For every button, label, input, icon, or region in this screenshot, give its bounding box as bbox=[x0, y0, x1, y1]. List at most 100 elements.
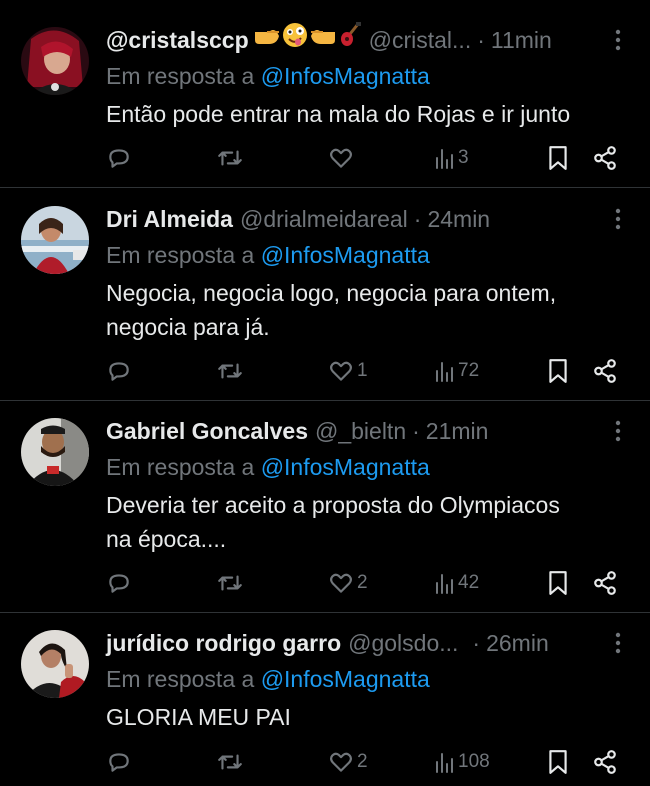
share-icon bbox=[594, 750, 616, 774]
display-name[interactable]: jurídico rodrigo garro bbox=[106, 625, 341, 661]
share-icon bbox=[594, 571, 616, 595]
heart-icon bbox=[330, 148, 352, 168]
bookmark-icon bbox=[549, 359, 567, 383]
like-count: 1 bbox=[357, 360, 368, 381]
like-button[interactable]: 2 bbox=[328, 747, 368, 777]
separator-dot: · bbox=[413, 206, 422, 232]
reply-icon bbox=[109, 574, 129, 593]
reply-button[interactable] bbox=[106, 747, 135, 777]
reply-button[interactable] bbox=[106, 568, 135, 598]
views-count: 3 bbox=[458, 147, 469, 168]
like-button[interactable]: 1 bbox=[328, 356, 368, 386]
like-count: 2 bbox=[357, 572, 368, 593]
reply-context: Em resposta a @InfosMagnatta bbox=[106, 58, 630, 94]
share-button[interactable] bbox=[592, 143, 618, 173]
like-button[interactable]: 2 bbox=[328, 568, 368, 598]
guitar-emoji bbox=[338, 22, 362, 58]
like-button[interactable] bbox=[328, 143, 357, 173]
share-icon bbox=[594, 359, 616, 383]
retweet-button[interactable] bbox=[216, 143, 247, 173]
mention-link[interactable]: @InfosMagnatta bbox=[261, 666, 430, 692]
more-vertical-icon[interactable] bbox=[606, 28, 630, 52]
display-name[interactable]: @cristalsccp bbox=[106, 22, 249, 58]
views-button[interactable]: 72 bbox=[435, 356, 479, 386]
retweet-icon bbox=[218, 150, 242, 166]
bookmark-icon bbox=[549, 750, 567, 774]
views-button[interactable]: 42 bbox=[435, 568, 479, 598]
retweet-button[interactable] bbox=[216, 747, 247, 777]
reply-prefix: Em resposta a bbox=[106, 63, 255, 89]
tweet-text: Negocia, negocia logo, negocia para onte… bbox=[106, 276, 630, 344]
user-handle[interactable]: @golsdo... bbox=[348, 625, 458, 661]
views-count: 108 bbox=[458, 751, 490, 772]
bookmark-button[interactable] bbox=[547, 143, 569, 173]
tweet-header: @cristalsccp @cristal... · 11min bbox=[106, 22, 630, 58]
tweet-actions: 3 bbox=[106, 143, 628, 173]
user-handle[interactable]: @_bieltn bbox=[315, 413, 406, 449]
avatar[interactable] bbox=[21, 630, 89, 698]
tweet-header: Dri Almeida @drialmeidareal · 24min bbox=[106, 201, 630, 237]
mention-link[interactable]: @InfosMagnatta bbox=[261, 63, 430, 89]
tweet-actions: 2 42 bbox=[106, 568, 628, 598]
reply-button[interactable] bbox=[106, 356, 135, 386]
timestamp[interactable]: 26min bbox=[486, 625, 549, 661]
heart-icon bbox=[330, 752, 352, 772]
bookmark-button[interactable] bbox=[547, 568, 569, 598]
reply-prefix: Em resposta a bbox=[106, 454, 255, 480]
tweet-text: Então pode entrar na mala do Rojas e ir … bbox=[106, 97, 630, 131]
tweet-card[interactable]: @cristalsccp @cristal... · 11min Em resp… bbox=[0, 0, 650, 188]
tweet-card[interactable]: Dri Almeida @drialmeidareal · 24min Em r… bbox=[0, 188, 650, 401]
reply-prefix: Em resposta a bbox=[106, 242, 255, 268]
tweet-card[interactable]: Gabriel Goncalves @_bieltn · 21min Em re… bbox=[0, 401, 650, 613]
retweet-button[interactable] bbox=[216, 356, 247, 386]
more-vertical-icon[interactable] bbox=[606, 207, 630, 231]
share-button[interactable] bbox=[592, 568, 618, 598]
avatar[interactable] bbox=[21, 27, 89, 95]
mention-link[interactable]: @InfosMagnatta bbox=[261, 454, 430, 480]
user-handle[interactable]: @drialmeidareal bbox=[240, 201, 408, 237]
avatar[interactable] bbox=[21, 206, 89, 274]
mention-link[interactable]: @InfosMagnatta bbox=[261, 242, 430, 268]
views-button[interactable]: 108 bbox=[435, 747, 490, 777]
timestamp[interactable]: 21min bbox=[426, 413, 489, 449]
avatar[interactable] bbox=[21, 418, 89, 486]
heart-icon bbox=[330, 361, 352, 381]
reply-button[interactable] bbox=[106, 143, 135, 173]
share-button[interactable] bbox=[592, 747, 618, 777]
user-handle[interactable]: @cristal... bbox=[369, 22, 472, 58]
share-icon bbox=[594, 146, 616, 170]
retweet-button[interactable] bbox=[216, 568, 247, 598]
tweet-text: GLORIA MEU PAI bbox=[106, 700, 630, 734]
bookmark-button[interactable] bbox=[547, 747, 569, 777]
backhand-pointing-right-emoji bbox=[253, 22, 281, 58]
tweet-text-line: negocia para já. bbox=[106, 314, 270, 340]
tweet-header: jurídico rodrigo garro @golsdo... · 26mi… bbox=[106, 625, 630, 661]
tweet-card[interactable]: jurídico rodrigo garro @golsdo... · 26mi… bbox=[0, 613, 650, 786]
views-bar-chart-icon bbox=[436, 149, 453, 169]
views-button[interactable]: 3 bbox=[435, 143, 469, 173]
tweet-text: Deveria ter aceito a proposta do Olympia… bbox=[106, 488, 630, 556]
tweet-text-line: Então pode entrar na mala do Rojas e ir … bbox=[106, 101, 571, 127]
zany-face-emoji bbox=[282, 22, 308, 58]
display-name[interactable]: Gabriel Goncalves bbox=[106, 413, 308, 449]
reply-icon bbox=[109, 362, 129, 381]
separator-dot: · bbox=[472, 630, 481, 656]
reply-context: Em resposta a @InfosMagnatta bbox=[106, 237, 630, 273]
reply-feed: @cristalsccp @cristal... · 11min Em resp… bbox=[0, 0, 650, 786]
tweet-actions: 1 72 bbox=[106, 356, 628, 386]
separator-dot: · bbox=[477, 27, 485, 53]
reply-context: Em resposta a @InfosMagnatta bbox=[106, 661, 630, 697]
views-bar-chart-icon bbox=[436, 753, 453, 773]
bookmark-button[interactable] bbox=[547, 356, 569, 386]
timestamp[interactable]: 24min bbox=[427, 201, 490, 237]
more-vertical-icon[interactable] bbox=[606, 419, 630, 443]
bookmark-icon bbox=[549, 146, 567, 170]
views-bar-chart-icon bbox=[436, 362, 453, 382]
views-count: 72 bbox=[458, 360, 480, 381]
share-button[interactable] bbox=[592, 356, 618, 386]
display-name[interactable]: Dri Almeida bbox=[106, 201, 233, 237]
more-vertical-icon[interactable] bbox=[606, 631, 630, 655]
heart-icon bbox=[330, 573, 352, 593]
tweet-text-line: GLORIA MEU PAI bbox=[106, 704, 291, 730]
timestamp[interactable]: 11min bbox=[491, 22, 552, 58]
